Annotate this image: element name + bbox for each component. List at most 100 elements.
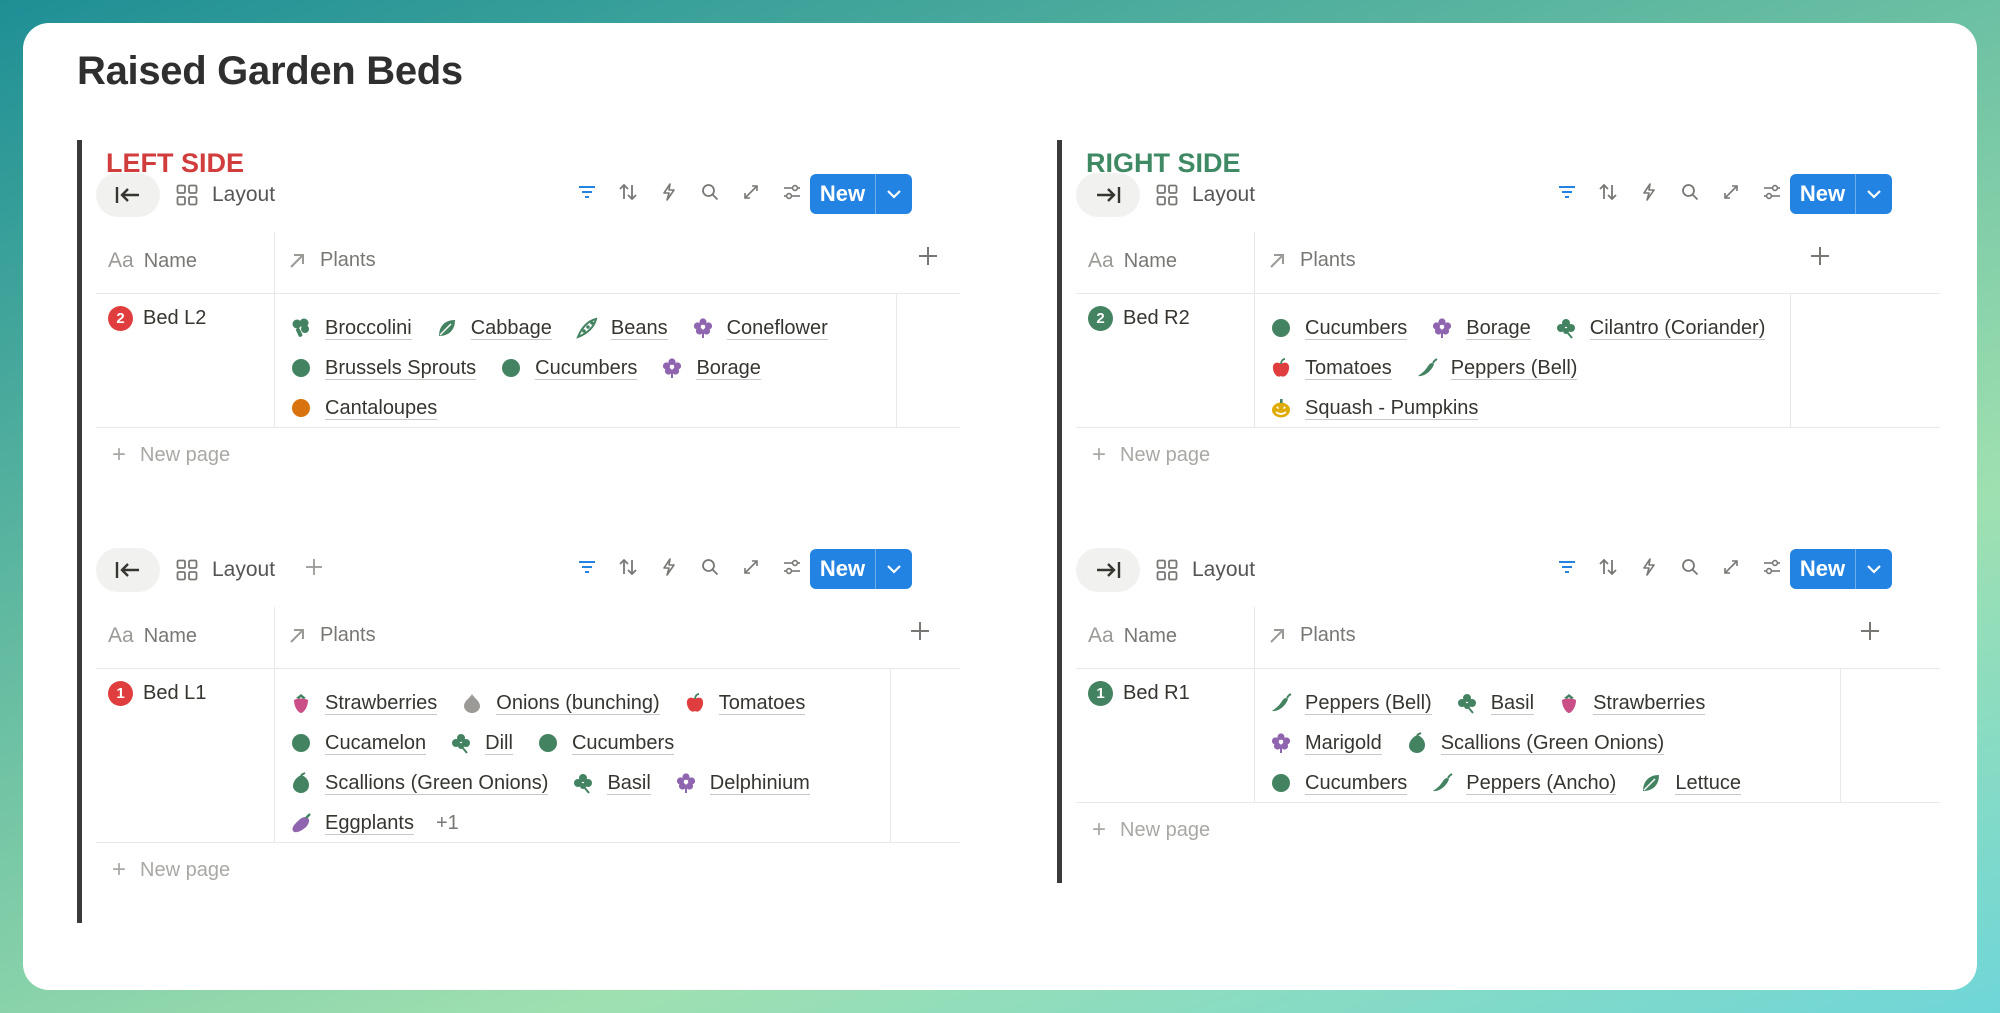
filter-icon[interactable] [1546,182,1587,202]
plant-chip[interactable]: Strawberries [288,690,438,716]
plant-chip[interactable]: Cucumbers [535,730,675,756]
sort-icon[interactable] [1587,557,1628,577]
add-property-icon[interactable] [910,621,930,647]
settings-sliders-icon[interactable] [771,557,812,577]
plants-cell[interactable]: Peppers (Bell) Basil Strawberries Marigold S… [1268,683,1880,803]
collapse-left-button[interactable] [96,173,160,217]
settings-sliders-icon[interactable] [1751,182,1792,202]
add-view-icon[interactable] [304,557,324,582]
sort-icon[interactable] [607,557,648,577]
add-property-icon[interactable] [918,246,938,272]
chevron-down-icon[interactable] [1856,189,1892,199]
plant-chip[interactable]: Cucamelon [288,730,427,756]
chevron-down-icon[interactable] [1856,564,1892,574]
new-button[interactable]: New [1790,549,1892,589]
plant-chip[interactable]: Eggplants [288,810,414,836]
plant-chip[interactable]: Broccolini [288,315,412,341]
expand-icon[interactable] [730,557,771,577]
plant-chip[interactable]: Peppers (Ancho) [1429,770,1617,796]
collapse-right-button[interactable] [1076,173,1140,217]
expand-icon[interactable] [1710,182,1751,202]
plant-chip[interactable]: Dill [448,730,513,756]
plant-chip[interactable]: Beans [574,315,668,341]
plant-chip[interactable]: Cucumbers [1268,315,1408,341]
layout-button[interactable]: Layout [1156,173,1255,217]
lightning-icon[interactable] [648,557,689,577]
settings-sliders-icon[interactable] [771,182,812,202]
name-column-header[interactable]: Aa Name [108,249,197,273]
collapse-left-button[interactable] [96,548,160,592]
name-column-header[interactable]: Aa Name [108,624,197,648]
new-page-button[interactable]: + New page [96,428,960,482]
bed-name[interactable]: 2 Bed R2 [1088,306,1190,331]
search-icon[interactable] [1669,557,1710,577]
expand-icon[interactable] [1710,557,1751,577]
more-count[interactable]: +1 [436,812,459,835]
plant-chip[interactable]: Squash - Pumpkins [1268,395,1479,421]
name-column-header[interactable]: Aa Name [1088,624,1177,648]
table-row[interactable]: 1 Bed R1 Peppers (Bell) Basil Strawberries M… [1076,669,1940,803]
filter-icon[interactable] [566,557,607,577]
plant-chip[interactable]: Lettuce [1638,770,1741,796]
filter-icon[interactable] [566,182,607,202]
plant-chip[interactable]: Cucumbers [1268,770,1408,796]
new-button[interactable]: New [810,174,912,214]
plant-chip[interactable]: Cantaloupes [288,395,438,421]
plants-column-header[interactable]: Plants [1268,624,1356,647]
settings-sliders-icon[interactable] [1751,557,1792,577]
new-page-button[interactable]: + New page [1076,803,1940,857]
plant-chip[interactable]: Tomatoes [1268,355,1392,381]
new-page-button[interactable]: + New page [1076,428,1940,482]
new-button[interactable]: New [1790,174,1892,214]
plant-chip[interactable]: Borage [659,355,761,381]
lightning-icon[interactable] [648,182,689,202]
table-row[interactable]: 2 Bed L2 Broccolini Cabbage Beans Coneflower… [96,294,960,428]
plant-chip[interactable]: Borage [1429,315,1531,341]
layout-button[interactable]: Layout [176,548,275,592]
sort-icon[interactable] [1587,182,1628,202]
filter-icon[interactable] [1546,557,1587,577]
plant-chip[interactable]: Marigold [1268,730,1382,756]
plant-chip[interactable]: Cucumbers [498,355,638,381]
chevron-down-icon[interactable] [876,564,912,574]
plants-cell[interactable]: Broccolini Cabbage Beans Coneflower Brussels… [288,308,900,428]
plant-chip[interactable]: Cilantro (Coriander) [1553,315,1766,341]
plant-chip[interactable]: Onions (bunching) [459,690,660,716]
bed-name[interactable]: 2 Bed L2 [108,306,206,331]
table-row[interactable]: 1 Bed L1 Strawberries Onions (bunching) Tom… [96,669,960,843]
plants-column-header[interactable]: Plants [288,624,376,647]
lightning-icon[interactable] [1628,557,1669,577]
plant-chip[interactable]: Tomatoes [682,690,806,716]
sort-icon[interactable] [607,182,648,202]
lightning-icon[interactable] [1628,182,1669,202]
plant-chip[interactable]: Delphinium [673,770,810,796]
plant-chip[interactable]: Basil [1454,690,1535,716]
plants-cell[interactable]: Cucumbers Borage Cilantro (Coriander) Tomat… [1268,308,1880,428]
bed-name[interactable]: 1 Bed R1 [1088,681,1190,706]
plant-chip[interactable]: Peppers (Bell) [1268,690,1432,716]
plant-chip[interactable]: Basil [570,770,651,796]
plants-column-header[interactable]: Plants [1268,249,1356,272]
plant-chip[interactable]: Cabbage [434,315,552,341]
plant-chip[interactable]: Coneflower [690,315,828,341]
add-property-icon[interactable] [1810,246,1830,272]
collapse-right-button[interactable] [1076,548,1140,592]
plant-chip[interactable]: Scallions (Green Onions) [288,770,549,796]
table-row[interactable]: 2 Bed R2 Cucumbers Borage Cilantro (Coriand… [1076,294,1940,428]
expand-icon[interactable] [730,182,771,202]
layout-button[interactable]: Layout [1156,548,1255,592]
plants-cell[interactable]: Strawberries Onions (bunching) Tomatoes Cuc… [288,683,900,843]
plants-column-header[interactable]: Plants [288,249,376,272]
new-page-button[interactable]: + New page [96,843,960,897]
chevron-down-icon[interactable] [876,189,912,199]
bed-name[interactable]: 1 Bed L1 [108,681,206,706]
plant-chip[interactable]: Brussels Sprouts [288,355,477,381]
plant-chip[interactable]: Scallions (Green Onions) [1404,730,1665,756]
add-property-icon[interactable] [1860,621,1880,647]
name-column-header[interactable]: Aa Name [1088,249,1177,273]
new-button[interactable]: New [810,549,912,589]
plant-chip[interactable]: Strawberries [1556,690,1706,716]
search-icon[interactable] [1669,182,1710,202]
search-icon[interactable] [689,557,730,577]
layout-button[interactable]: Layout [176,173,275,217]
